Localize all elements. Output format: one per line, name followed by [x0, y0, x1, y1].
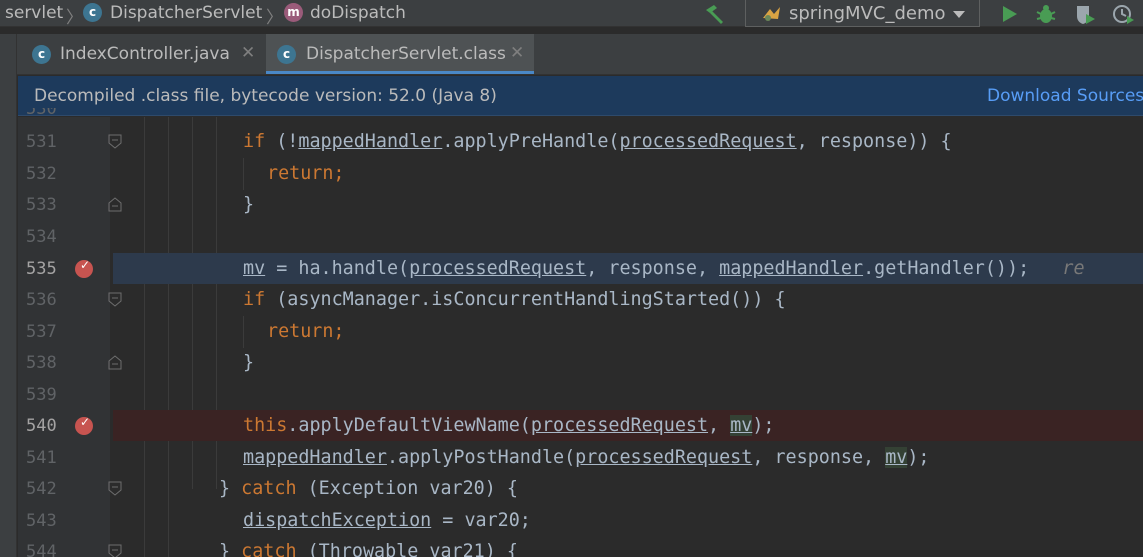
code-text: mappedHandler.applyPostHandle(processedR… [243, 447, 930, 468]
class-c-icon: c [83, 3, 102, 22]
code-line: 536 if (asyncManager.isConcurrentHandlin… [18, 284, 1143, 315]
line-number: 533 [26, 195, 57, 215]
line-number: 531 [26, 132, 57, 152]
code-text: return; [267, 321, 345, 342]
code-line: 541 mappedHandler.applyPostHandle(proces… [18, 442, 1143, 473]
code-line: 543 dispatchException = var20; [18, 505, 1143, 536]
profiler-icon[interactable] [1110, 2, 1136, 26]
line-number: 539 [26, 385, 57, 405]
breakpoint-verified-icon: ✓ [80, 258, 91, 272]
tab-label: DispatcherServlet.class [306, 44, 506, 64]
breakpoint-verified-icon: ✓ [80, 415, 91, 429]
breadcrumb-separator: 〉 [66, 8, 83, 28]
code-line: 544 } catch (Throwable var21) { [18, 536, 1143, 557]
tab-indexcontroller[interactable]: c IndexController.java ✕ [18, 34, 263, 74]
line-number: 535 [26, 259, 57, 279]
fold-start-icon[interactable] [108, 292, 122, 307]
code-line-breakpoint: 540 ✓ this.applyDefaultViewName(processe… [18, 410, 1143, 441]
fold-start-icon[interactable] [108, 481, 122, 496]
editor-tab-bar: c IndexController.java ✕ c DispatcherSer… [0, 34, 1143, 75]
line-number: 543 [26, 511, 57, 531]
code-line: 534 [18, 221, 1143, 252]
code-line: 537 return; [18, 316, 1143, 347]
line-number: 544 [26, 542, 57, 557]
code-text: this.applyDefaultViewName(processedReque… [243, 415, 775, 436]
code-line: 530 [18, 108, 1143, 120]
line-number: 538 [26, 353, 57, 373]
class-c-lock-icon: c [277, 45, 296, 64]
method-m-icon: m [284, 3, 303, 22]
bug-icon[interactable] [1033, 2, 1059, 26]
breadcrumb-dodispatch[interactable]: doDispatch [310, 3, 406, 23]
code-text: return; [267, 163, 345, 184]
fold-start-icon[interactable] [108, 544, 122, 557]
active-tab-indicator [266, 71, 534, 74]
coverage-icon[interactable] [1072, 2, 1098, 26]
code-text: } catch (Exception var20) { [219, 478, 518, 499]
code-line: 542 } catch (Exception var20) { [18, 473, 1143, 504]
hammer-icon[interactable] [702, 2, 728, 26]
chevron-down-icon [953, 11, 965, 18]
code-text: dispatchException = var20; [243, 510, 531, 531]
line-number: 532 [26, 164, 57, 184]
spring-config-icon [763, 7, 780, 21]
fold-end-icon[interactable] [108, 355, 122, 370]
navigation-bar: servlet 〉 c DispatcherServlet 〉 m doDisp… [0, 0, 1143, 28]
line-number: 534 [26, 227, 57, 247]
line-number: 536 [26, 290, 57, 310]
download-sources-link[interactable]: Download Sources [987, 86, 1143, 106]
breadcrumb-dispatcherservlet[interactable]: DispatcherServlet [110, 3, 262, 23]
code-text: if (!mappedHandler.applyPreHandle(proces… [243, 131, 952, 152]
fold-start-icon[interactable] [108, 134, 122, 149]
line-number: 530 [26, 108, 57, 119]
tool-window-stripe [0, 34, 17, 557]
banner-message: Decompiled .class file, bytecode version… [34, 86, 497, 106]
code-text: } [243, 194, 255, 215]
breadcrumb-separator: 〉 [266, 8, 283, 28]
code-line: 539 [18, 379, 1143, 410]
code-line-current: 535 ✓ mv = ha.handle(processedRequest, r… [18, 253, 1143, 284]
run-configuration-name: springMVC_demo [789, 3, 946, 24]
class-c-icon: c [32, 45, 51, 64]
fold-end-icon[interactable] [108, 197, 122, 212]
line-number: 542 [26, 479, 57, 499]
code-text: } [243, 352, 255, 373]
close-icon[interactable]: ✕ [241, 43, 255, 63]
run-configuration-selector[interactable]: springMVC_demo [745, 0, 980, 27]
line-number: 537 [26, 322, 57, 342]
tab-label: IndexController.java [60, 44, 230, 64]
line-number: 541 [26, 448, 57, 468]
code-line: 538 } [18, 347, 1143, 378]
code-text: if (asyncManager.isConcurrentHandlingSta… [243, 289, 786, 310]
code-text: } catch (Throwable var21) { [219, 541, 518, 557]
close-icon[interactable]: ✕ [510, 43, 524, 63]
code-text: mv = ha.handle(processedRequest, respons… [243, 258, 1085, 279]
code-line: 531 if (!mappedHandler.applyPreHandle(pr… [18, 126, 1143, 157]
breadcrumb-servlet[interactable]: servlet [5, 3, 63, 23]
play-icon[interactable] [996, 2, 1022, 26]
code-line: 533 } [18, 189, 1143, 220]
line-number: 540 [26, 416, 57, 436]
tab-dispatcherservlet[interactable]: c DispatcherServlet.class ✕ [266, 34, 534, 74]
code-line: 532 return; [18, 158, 1143, 189]
